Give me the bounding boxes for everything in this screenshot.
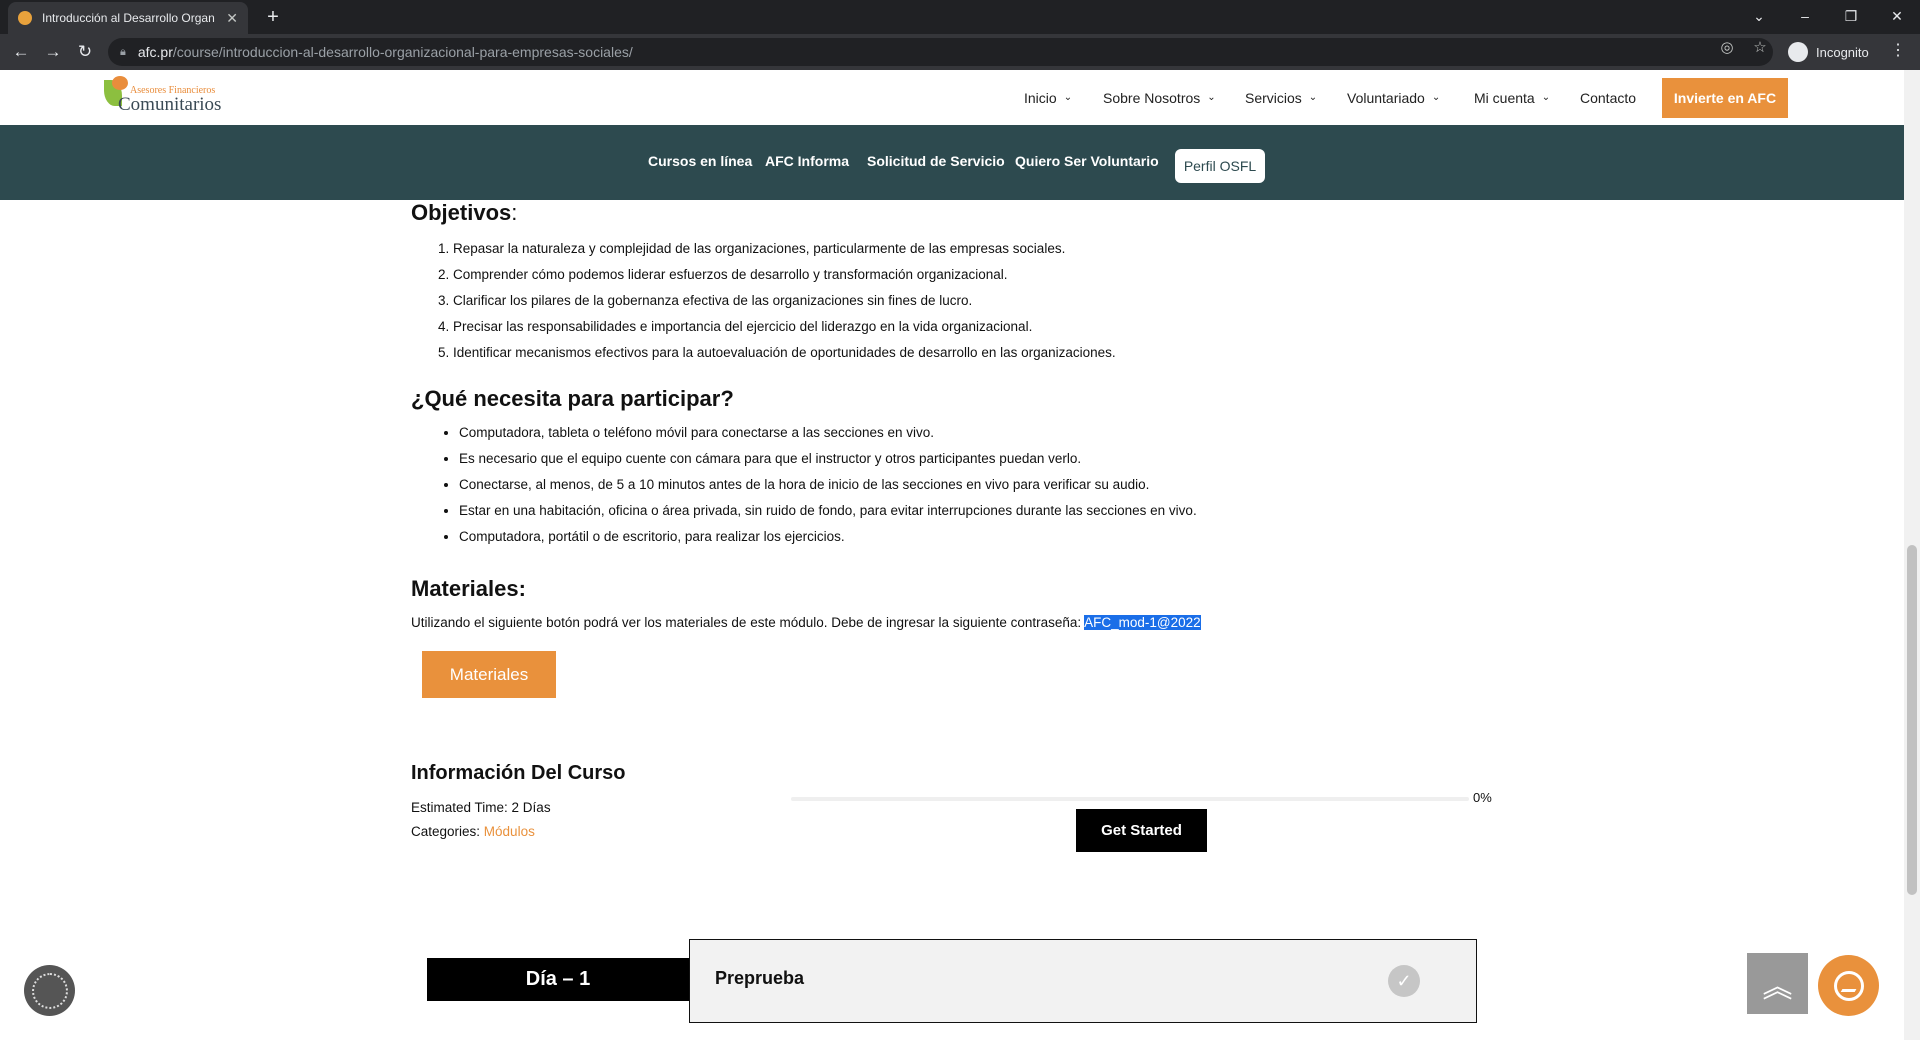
page-scrollbar[interactable]: [1904, 70, 1920, 1040]
nav-label: Mi cuenta: [1474, 89, 1535, 106]
invest-cta-button[interactable]: Invierte en AFC: [1662, 78, 1788, 118]
nav-servicios[interactable]: Servicios ⌄: [1245, 70, 1317, 125]
nav-contacto[interactable]: Contacto: [1580, 70, 1636, 125]
reload-icon[interactable]: ↻: [73, 40, 97, 64]
tab-title: Introducción al Desarrollo Organ: [42, 11, 215, 25]
new-tab-button[interactable]: +: [260, 4, 286, 30]
restore-icon[interactable]: ❐: [1836, 4, 1866, 28]
estimated-time: Estimated Time: 2 Días: [411, 800, 551, 815]
category-link[interactable]: Módulos: [484, 824, 535, 839]
back-icon[interactable]: ←: [9, 40, 33, 64]
forward-icon[interactable]: →: [41, 40, 65, 64]
subnav-cursos[interactable]: Cursos en línea: [648, 153, 752, 169]
get-started-button[interactable]: Get Started: [1076, 809, 1207, 852]
check-icon: ✓: [1388, 965, 1420, 997]
objetivos-list: Repasar la naturaleza y complejidad de l…: [453, 236, 1116, 366]
materiales-text: Utilizando el siguiente botón podrá ver …: [411, 615, 1085, 630]
estimated-label: Estimated Time:: [411, 800, 512, 815]
password-text[interactable]: AFC_mod-1@2022: [1084, 615, 1201, 630]
list-item: Computadora, tableta o teléfono móvil pa…: [459, 420, 1197, 446]
chevron-down-icon: ⌄: [1207, 92, 1216, 103]
nav-mi-cuenta[interactable]: Mi cuenta ⌄: [1474, 70, 1550, 125]
chevron-down-icon: ⌄: [1063, 92, 1073, 103]
lock-icon: 🔒︎: [120, 45, 126, 58]
site-logo[interactable]: Asesores Financieros Comunitarios: [104, 76, 234, 120]
list-item: Clarificar los pilares de la gobernanza …: [453, 288, 1116, 314]
estimated-value: 2 Días: [511, 800, 551, 815]
course-progress-bar: [791, 797, 1469, 801]
list-item: Computadora, portátil o de escritorio, p…: [459, 524, 1197, 550]
objetivos-colon: :: [511, 200, 518, 225]
objetivos-heading: Objetivos:: [411, 200, 517, 226]
site-header: Asesores Financieros Comunitarios Inicio…: [0, 70, 1904, 125]
scroll-to-top-button[interactable]: ︽: [1747, 953, 1808, 1014]
site-favicon-icon: [18, 11, 32, 25]
subnav-voluntario[interactable]: Quiero Ser Voluntario: [1015, 153, 1159, 169]
close-window-icon[interactable]: ✕: [1882, 4, 1912, 28]
incognito-icon: [1788, 42, 1808, 62]
bookmark-star-icon[interactable]: ☆: [1748, 38, 1772, 56]
list-item: Identificar mecanismos efectivos para la…: [453, 340, 1116, 366]
url-host: afc.pr: [137, 44, 173, 60]
tab-search-icon[interactable]: ⌄: [1744, 4, 1774, 28]
browser-tab-bar: Introducción al Desarrollo Organ ✕ + ⌄ –…: [0, 0, 1920, 34]
nav-sobre-nosotros[interactable]: Sobre Nosotros ⌄: [1103, 70, 1216, 125]
progress-percent: 0%: [1473, 790, 1492, 805]
accessibility-icon[interactable]: [24, 965, 75, 1016]
perfil-osfl-button[interactable]: Perfil OSFL: [1175, 149, 1265, 183]
url-path: /course/introduccion-al-desarrollo-organ…: [172, 44, 633, 60]
scrollbar-thumb[interactable]: [1907, 545, 1917, 895]
tracking-protection-icon[interactable]: ◎: [1715, 38, 1739, 56]
materiales-button[interactable]: Materiales: [422, 651, 556, 698]
lesson-item[interactable]: Preprueba ✓: [689, 939, 1477, 1023]
browser-toolbar: ← → ↻ 🔒︎ afc.pr/course/introduccion-al-d…: [0, 34, 1920, 70]
requisitos-heading: ¿Qué necesita para participar?: [411, 386, 734, 411]
chevron-down-icon: ⌄: [1308, 92, 1318, 103]
accessibility-ring: [31, 972, 68, 1009]
close-tab-icon[interactable]: ✕: [226, 10, 238, 27]
day-label[interactable]: Día – 1: [427, 958, 689, 1001]
list-item: Es necesario que el equipo cuente con cá…: [459, 446, 1197, 472]
logo-sun-icon: [112, 76, 128, 90]
subnav-afc-informa[interactable]: AFC Informa: [765, 153, 849, 169]
incognito-label: Incognito: [1816, 44, 1869, 60]
nav-label: Contacto: [1580, 89, 1637, 106]
list-item: Conectarse, al menos, de 5 a 10 minutos …: [459, 472, 1197, 498]
secondary-nav: Cursos en línea AFC Informa Solicitud de…: [0, 125, 1904, 200]
chevron-down-icon: ⌄: [1541, 92, 1551, 103]
categories-label: Categories:: [411, 824, 484, 839]
nav-label: Sobre Nosotros: [1103, 89, 1201, 106]
nav-voluntariado[interactable]: Voluntariado ⌄: [1347, 70, 1440, 125]
materiales-heading: Materiales:: [411, 576, 526, 601]
objetivos-title: Objetivos: [411, 200, 512, 225]
nav-label: Inicio: [1024, 89, 1057, 106]
incognito-indicator[interactable]: Incognito: [1788, 40, 1869, 64]
list-item: Estar en una habitación, oficina o área …: [459, 498, 1197, 524]
nav-label: Servicios: [1245, 89, 1302, 106]
messenger-icon: [1833, 970, 1864, 1001]
browser-menu-icon[interactable]: ⋮: [1888, 40, 1908, 60]
list-item: Repasar la naturaleza y complejidad de l…: [453, 236, 1116, 262]
browser-tab[interactable]: Introducción al Desarrollo Organ ✕: [8, 2, 248, 34]
logo-name: Comunitarios: [118, 94, 222, 115]
list-item: Precisar las responsabilidades e importa…: [453, 314, 1116, 340]
lesson-title: Preprueba: [715, 968, 805, 988]
double-chevron-up-icon: ︽: [1762, 970, 1793, 1004]
list-item: Comprender cómo podemos liderar esfuerzo…: [453, 262, 1116, 288]
nav-inicio[interactable]: Inicio ⌄: [1024, 70, 1072, 125]
address-bar[interactable]: 🔒︎ afc.pr/course/introduccion-al-desarro…: [108, 38, 1773, 66]
chevron-down-icon: ⌄: [1431, 92, 1441, 103]
materiales-description: Utilizando el siguiente botón podrá ver …: [411, 612, 1201, 634]
nav-label: Voluntariado: [1347, 89, 1425, 106]
requisitos-list: Computadora, tableta o teléfono móvil pa…: [459, 420, 1197, 550]
subnav-solicitud[interactable]: Solicitud de Servicio: [867, 153, 1005, 169]
categories: Categories: Módulos: [411, 824, 535, 839]
messenger-chat-button[interactable]: [1818, 955, 1879, 1016]
minimize-icon[interactable]: –: [1790, 4, 1820, 28]
course-info-title: Información Del Curso: [411, 762, 626, 784]
